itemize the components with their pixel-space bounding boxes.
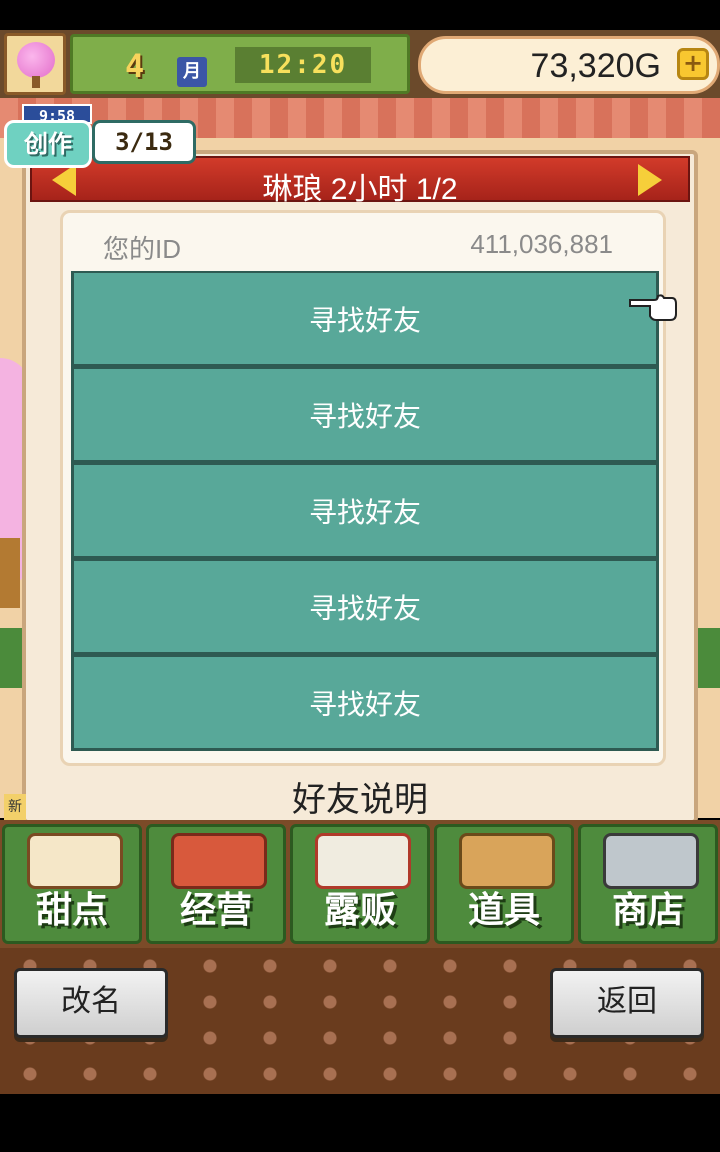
footer-bar: 改名 返回 <box>0 948 720 1094</box>
friend-dialog: 琳琅 2小时 1/2 您的ID 411,036,881 寻找好友 寻找好友 寻找… <box>22 150 698 824</box>
date-panel: 4 月 12:20 <box>70 34 410 94</box>
craft-timer-badge[interactable]: 9:58 创作 3/13 <box>4 104 196 168</box>
menu-manage-button[interactable]: 经营 <box>146 824 286 944</box>
craft-count: 3/13 <box>92 120 196 164</box>
system-status-bar <box>0 0 720 30</box>
bottom-menu: 甜点 经营 露贩 道具 商店 <box>0 820 720 948</box>
menu-label: 商店 <box>611 890 684 931</box>
craft-label: 创作 <box>4 120 92 168</box>
money-value: 73,320G <box>530 47 661 85</box>
menu-label: 经营 <box>179 890 252 931</box>
new-badge: 新 <box>4 794 26 820</box>
friend-slot-list: 寻找好友 寻找好友 寻找好友 寻找好友 寻找好友 <box>71 271 659 751</box>
add-money-button[interactable]: + <box>677 48 709 80</box>
next-page-arrow-icon[interactable] <box>638 164 662 196</box>
clock-display: 12:20 <box>235 47 371 83</box>
find-friend-button[interactable]: 寻找好友 <box>71 559 659 655</box>
find-friend-button[interactable]: 寻找好友 <box>71 367 659 463</box>
month-unit: 月 <box>177 57 207 87</box>
id-label: 您的ID <box>103 234 182 264</box>
find-friend-button[interactable]: 寻找好友 <box>71 655 659 751</box>
rename-button[interactable]: 改名 <box>14 968 168 1038</box>
find-friend-button[interactable]: 寻找好友 <box>71 463 659 559</box>
menu-label: 甜点 <box>35 890 108 931</box>
avatar[interactable] <box>4 33 66 95</box>
friend-panel: 您的ID 411,036,881 寻找好友 寻找好友 寻找好友 寻找好友 寻找好… <box>60 210 666 766</box>
menu-label: 道具 <box>467 890 540 931</box>
id-value: 411,036,881 <box>470 229 613 259</box>
menu-stall-button[interactable]: 露贩 <box>290 824 430 944</box>
back-button[interactable]: 返回 <box>550 968 704 1038</box>
pointing-hand-icon <box>629 294 677 321</box>
menu-label: 露贩 <box>323 890 396 931</box>
system-nav-area <box>0 1094 720 1152</box>
dialog-title: 琳琅 2小时 1/2 <box>262 173 458 206</box>
money-panel: 73,320G + <box>418 36 720 94</box>
menu-shop-button[interactable]: 商店 <box>578 824 718 944</box>
find-friend-button[interactable]: 寻找好友 <box>71 271 659 367</box>
month-number: 4 <box>125 47 145 85</box>
friend-explanation-button[interactable]: 好友说明 <box>26 772 694 821</box>
menu-dessert-button[interactable]: 甜点 <box>2 824 142 944</box>
menu-items-button[interactable]: 道具 <box>434 824 574 944</box>
cherry-tree-icon <box>17 42 55 78</box>
